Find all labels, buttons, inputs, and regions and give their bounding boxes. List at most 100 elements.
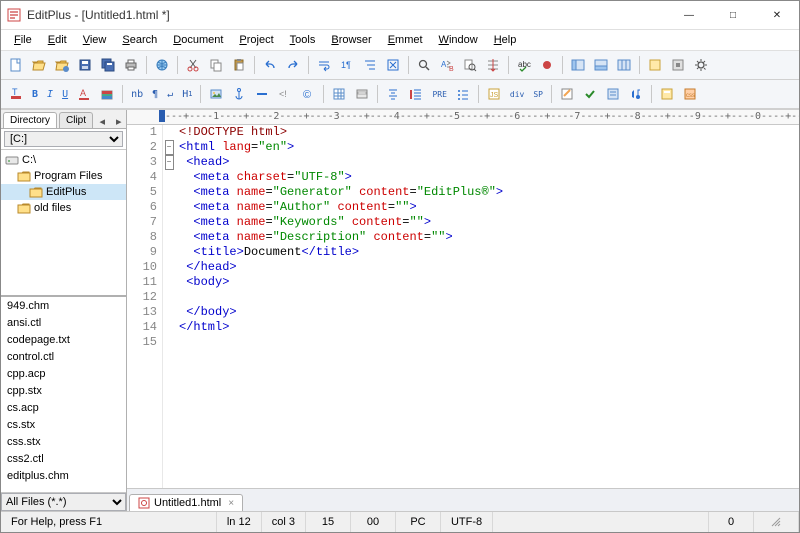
bold-button[interactable]: B	[28, 83, 42, 105]
page-props-button[interactable]	[602, 83, 624, 105]
tree-item[interactable]: EditPlus	[1, 184, 126, 200]
copy-button[interactable]	[205, 54, 227, 76]
file-item[interactable]: 949.chm	[1, 297, 126, 314]
font-button[interactable]: T	[5, 83, 27, 105]
script-button[interactable]: JS	[483, 83, 505, 105]
user-tool-2-button[interactable]	[667, 54, 689, 76]
menu-edit[interactable]: Edit	[41, 33, 74, 47]
browser-preview-button[interactable]	[151, 54, 173, 76]
folder-tree[interactable]: C:\Program FilesEditPlusold files	[1, 150, 126, 298]
resize-grip-icon[interactable]	[754, 512, 799, 532]
table-button[interactable]	[328, 83, 350, 105]
redo-button[interactable]	[282, 54, 304, 76]
menu-browser[interactable]: Browser	[324, 33, 378, 47]
wordwrap-button[interactable]	[313, 54, 335, 76]
nbsp-button[interactable]: nb	[127, 83, 147, 105]
menu-project[interactable]: Project	[232, 33, 280, 47]
template-button[interactable]	[656, 83, 678, 105]
code-area[interactable]: 123456789101112131415 −− <!DOCTYPE html>…	[127, 125, 799, 488]
file-item[interactable]: editplus.chm	[1, 467, 126, 484]
comment-button[interactable]: <!	[274, 83, 296, 105]
print-button[interactable]	[120, 54, 142, 76]
underline-button[interactable]: U	[58, 83, 72, 105]
undo-button[interactable]	[259, 54, 281, 76]
open-remote-button[interactable]	[51, 54, 73, 76]
file-item[interactable]: codepage.txt	[1, 331, 126, 348]
validate-button[interactable]	[579, 83, 601, 105]
spell-check-button[interactable]: abc	[513, 54, 535, 76]
close-button[interactable]: ✕	[755, 1, 799, 29]
goto-line-button[interactable]	[482, 54, 504, 76]
paragraph-button[interactable]: ¶	[148, 83, 162, 105]
heading-button[interactable]: H1	[178, 83, 196, 105]
div-button[interactable]: div	[506, 83, 528, 105]
tree-item[interactable]: C:\	[1, 152, 126, 168]
tab-scroll-left[interactable]: ◂	[95, 115, 109, 128]
italic-button[interactable]: I	[43, 83, 57, 105]
cut-button[interactable]	[182, 54, 204, 76]
file-list[interactable]: 949.chmansi.ctlcodepage.txtcontrol.ctlcp…	[1, 297, 126, 492]
save-all-button[interactable]	[97, 54, 119, 76]
file-item[interactable]: css2.ctl	[1, 450, 126, 467]
file-item[interactable]: cpp.acp	[1, 365, 126, 382]
font-color-button[interactable]: A	[73, 83, 95, 105]
menu-view[interactable]: View	[76, 33, 114, 47]
tree-item[interactable]: Program Files	[1, 168, 126, 184]
file-item[interactable]: css.stx	[1, 433, 126, 450]
new-file-button[interactable]	[5, 54, 27, 76]
full-screen-button[interactable]	[382, 54, 404, 76]
line-numbers-button[interactable]: 1¶	[336, 54, 358, 76]
doc-selector-button[interactable]	[613, 54, 635, 76]
pre-button[interactable]: PRE	[428, 83, 450, 105]
highlight-button[interactable]	[96, 83, 118, 105]
file-item[interactable]: ansi.ctl	[1, 314, 126, 331]
tree-item[interactable]: old files	[1, 200, 126, 216]
open-file-button[interactable]	[28, 54, 50, 76]
replace-button[interactable]: AB	[436, 54, 458, 76]
css-button[interactable]: css	[679, 83, 701, 105]
settings-button[interactable]	[690, 54, 712, 76]
fold-gutter[interactable]: −−	[163, 125, 175, 488]
record-macro-button[interactable]	[536, 54, 558, 76]
break-button[interactable]: ↵	[163, 83, 177, 105]
menu-emmet[interactable]: Emmet	[381, 33, 430, 47]
menu-search[interactable]: Search	[115, 33, 164, 47]
span-button[interactable]: SP	[529, 83, 547, 105]
tab-cliptext[interactable]: Clipt	[59, 112, 93, 128]
menu-tools[interactable]: Tools	[283, 33, 323, 47]
output-panel-button[interactable]	[590, 54, 612, 76]
blockquote-button[interactable]	[405, 83, 427, 105]
edit-source-button[interactable]	[556, 83, 578, 105]
auto-indent-button[interactable]	[359, 54, 381, 76]
menu-help[interactable]: Help	[487, 33, 524, 47]
menu-file[interactable]: File	[7, 33, 39, 47]
minimize-button[interactable]: —	[667, 1, 711, 29]
center-button[interactable]	[382, 83, 404, 105]
user-tool-1-button[interactable]	[644, 54, 666, 76]
paste-button[interactable]	[228, 54, 250, 76]
side-panel-button[interactable]	[567, 54, 589, 76]
menu-document[interactable]: Document	[166, 33, 230, 47]
maximize-button[interactable]: □	[711, 1, 755, 29]
file-item[interactable]: control.ctl	[1, 348, 126, 365]
find-button[interactable]	[413, 54, 435, 76]
drive-selector[interactable]: [C:]	[4, 131, 123, 147]
tab-scroll-right[interactable]: ▸	[112, 115, 126, 128]
form-button[interactable]	[351, 83, 373, 105]
sound-button[interactable]	[625, 83, 647, 105]
anchor-button[interactable]	[228, 83, 250, 105]
hr-button[interactable]	[251, 83, 273, 105]
list-button[interactable]	[452, 83, 474, 105]
doc-tab-active[interactable]: Untitled1.html ×	[129, 494, 243, 511]
save-button[interactable]	[74, 54, 96, 76]
menu-window[interactable]: Window	[432, 33, 485, 47]
find-in-files-button[interactable]	[459, 54, 481, 76]
file-item[interactable]: cs.stx	[1, 416, 126, 433]
tab-directory[interactable]: Directory	[3, 112, 57, 128]
file-item[interactable]: cpp.stx	[1, 382, 126, 399]
image-button[interactable]	[205, 83, 227, 105]
code-lines[interactable]: <!DOCTYPE html><html lang="en"> <head> <…	[175, 125, 799, 488]
file-filter[interactable]: All Files (*.*)	[1, 493, 126, 511]
close-tab-icon[interactable]: ×	[228, 498, 234, 509]
special-char-button[interactable]: ©	[297, 83, 319, 105]
